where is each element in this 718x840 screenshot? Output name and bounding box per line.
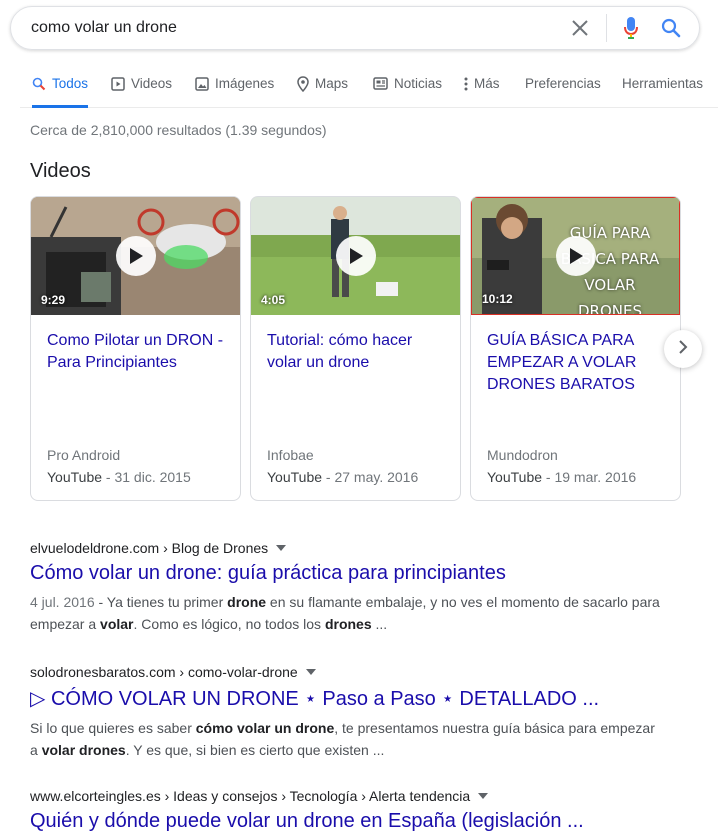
search-result: www.elcorteingles.es › Ideas y consejos …: [30, 788, 660, 833]
chevron-right-icon: [678, 339, 688, 359]
play-icon[interactable]: [115, 236, 156, 276]
video-date: - 19 mar. 2016: [542, 469, 637, 485]
video-card[interactable]: 9:29 Como Pilotar un DRON - Para Princip…: [30, 196, 241, 501]
result-title[interactable]: ▷ CÓMO VOLAR UN DRONE ⋆ Paso a Paso ⋆ DE…: [30, 686, 660, 711]
snippet-date: 4 jul. 2016: [30, 594, 95, 610]
video-thumbnail[interactable]: 9:29: [31, 197, 240, 315]
result-snippet: 4 jul. 2016 - Ya tienes tu primer drone …: [30, 591, 660, 635]
tab-label: Videos: [131, 76, 173, 91]
video-thumbnail[interactable]: 4:05: [251, 197, 460, 315]
video-thumbnail[interactable]: GUÍA PARA BÁSICA PARA VOLAR DRONES 10:12: [471, 197, 680, 315]
video-source: Mundodron: [487, 447, 558, 463]
tab-noticias[interactable]: Noticias: [373, 60, 442, 107]
next-videos-button[interactable]: [664, 330, 702, 368]
play-icon[interactable]: [555, 236, 596, 276]
search-icon[interactable]: [659, 16, 683, 40]
search-result: solodronesbaratos.com › como-volar-drone…: [30, 664, 660, 761]
play-icon[interactable]: [335, 236, 376, 276]
tab-mas[interactable]: Más: [464, 60, 500, 107]
divider: [606, 14, 607, 42]
video-title[interactable]: GUÍA BÁSICA PARA EMPEZAR A VOLAR DRONES …: [487, 330, 671, 396]
news-icon: [373, 77, 388, 90]
video-title[interactable]: Tutorial: cómo hacer volar un drone: [267, 330, 451, 374]
result-cite: www.elcorteingles.es › Ideas y consejos …: [30, 788, 660, 804]
video-duration: 4:05: [261, 293, 286, 307]
snippet-bold: cómo volar un drone: [195, 720, 335, 736]
video-platform: YouTube - 27 may. 2016: [267, 469, 418, 485]
platform-name: YouTube: [267, 469, 323, 485]
result-title[interactable]: Quién y dónde puede volar un drone en Es…: [30, 810, 660, 833]
snippet-text: ...: [371, 616, 388, 632]
tab-label: Maps: [315, 76, 349, 91]
tab-imagenes[interactable]: Imágenes: [195, 60, 274, 107]
snippet-bold: volar: [100, 616, 134, 632]
video-date: - 27 may. 2016: [322, 469, 419, 485]
search-icon: [32, 77, 46, 91]
videos-heading: Videos: [30, 160, 91, 182]
video-duration: 10:12: [482, 292, 513, 306]
tab-label: Más: [474, 76, 500, 91]
tab-maps[interactable]: Maps: [297, 60, 348, 107]
caret-down-icon[interactable]: [478, 793, 489, 799]
video-duration: 9:29: [41, 293, 66, 307]
tab-herramientas[interactable]: Herramientas: [622, 60, 703, 107]
caret-down-icon[interactable]: [276, 545, 287, 551]
tab-todos[interactable]: Todos: [32, 60, 89, 108]
result-snippet: Si lo que quieres es saber cómo volar un…: [30, 717, 660, 761]
video-card[interactable]: GUÍA PARA BÁSICA PARA VOLAR DRONES 10:12…: [470, 196, 681, 501]
video-platform: YouTube - 31 dic. 2015: [47, 469, 191, 485]
video-platform: YouTube - 19 mar. 2016: [487, 469, 636, 485]
video-source: Infobae: [267, 447, 314, 463]
caret-down-icon[interactable]: [305, 669, 316, 675]
tab-preferencias[interactable]: Preferencias: [525, 60, 601, 107]
more-vert-icon: [464, 77, 468, 91]
platform-name: YouTube: [47, 469, 103, 485]
snippet-text: . Y es que, si bien es cierto que existe…: [125, 742, 385, 758]
result-stats: Cerca de 2,810,000 resultados (1.39 segu…: [30, 122, 327, 138]
result-url[interactable]: www.elcorteingles.es › Ideas y consejos …: [30, 788, 470, 804]
result-cite: elvuelodeldrone.com › Blog de Drones: [30, 540, 660, 556]
snippet-text: - Ya tienes tu primer: [94, 594, 228, 610]
video-icon: [111, 76, 125, 91]
result-cite: solodronesbaratos.com › como-volar-drone: [30, 664, 660, 680]
search-result: elvuelodeldrone.com › Blog de Drones Cóm…: [30, 540, 660, 635]
snippet-text: Si lo que quieres es saber: [30, 720, 196, 736]
search-box[interactable]: como volar un drone: [10, 6, 700, 50]
image-icon: [195, 76, 209, 91]
search-tabs: Todos Videos Imágenes Maps Noticias Más …: [20, 60, 718, 108]
close-icon[interactable]: [568, 16, 592, 40]
platform-name: YouTube: [487, 469, 543, 485]
result-title[interactable]: Cómo volar un drone: guía práctica para …: [30, 562, 660, 585]
snippet-bold: drone: [227, 594, 267, 610]
tab-label: Imágenes: [215, 76, 275, 91]
snippet-bold: volar drones: [41, 742, 126, 758]
thumbnail-text-line: DRONES: [578, 302, 642, 315]
mic-icon[interactable]: [619, 16, 643, 40]
result-url[interactable]: solodronesbaratos.com › como-volar-drone: [30, 664, 298, 680]
search-input[interactable]: como volar un drone: [11, 19, 568, 37]
video-card[interactable]: 4:05 Tutorial: cómo hacer volar un drone…: [250, 196, 461, 501]
snippet-text: . Como es lógico, no todos los: [133, 616, 325, 632]
tab-videos[interactable]: Videos: [111, 60, 172, 107]
video-source: Pro Android: [47, 447, 121, 463]
snippet-bold: drones: [324, 616, 372, 632]
video-title[interactable]: Como Pilotar un DRON - Para Principiante…: [47, 330, 231, 374]
video-date: - 31 dic. 2015: [102, 469, 191, 485]
result-url[interactable]: elvuelodeldrone.com › Blog de Drones: [30, 540, 268, 556]
tab-label: Herramientas: [622, 76, 704, 91]
tab-label: Preferencias: [525, 76, 601, 91]
map-pin-icon: [297, 75, 309, 92]
tab-label: Noticias: [394, 76, 443, 91]
tab-label: Todos: [52, 76, 89, 91]
